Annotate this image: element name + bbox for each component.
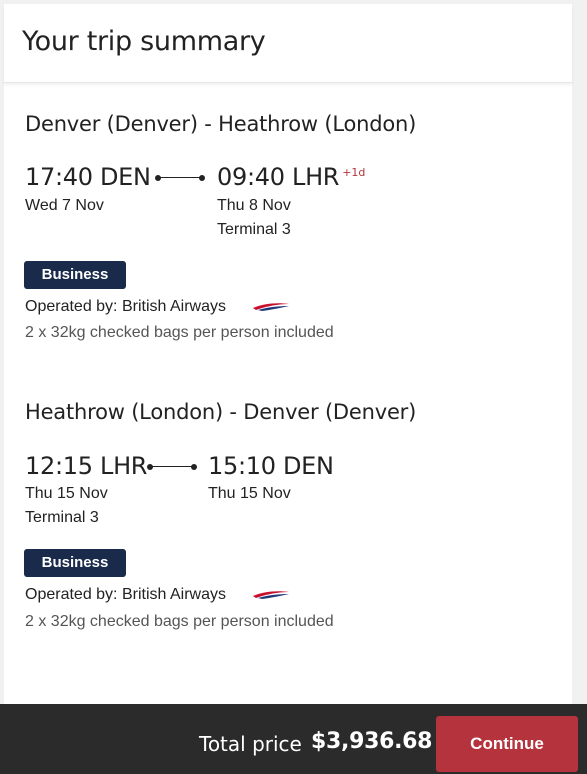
total-price-label: Total price [199, 732, 302, 756]
departure-time: 12:15 LHR [25, 452, 148, 480]
departure-date: Wed 7 Nov [25, 197, 104, 214]
flight-connector [147, 463, 197, 470]
connector-dot-icon [199, 175, 205, 181]
trip-summary-header: Your trip summary [4, 4, 572, 83]
arrival-time: 15:10 DEN [208, 452, 334, 480]
departure-time: 17:40 DEN [25, 163, 151, 191]
arrival-time-code: 09:40 LHR [217, 163, 340, 191]
connector-dot-icon [191, 464, 197, 470]
arrival-time: 09:40 LHR +1d [217, 163, 365, 191]
route-title: Denver (Denver) - Heathrow (London) [25, 112, 417, 136]
day-offset: +1d [342, 166, 366, 179]
connector-dot-icon [147, 464, 153, 470]
departure-date: Thu 15 Nov [25, 485, 108, 502]
arrival-date: Thu 8 Nov [217, 197, 291, 214]
cabin-badge: Business [24, 261, 126, 289]
arrival-terminal: Terminal 3 [217, 221, 291, 238]
arrival-time-code: 15:10 DEN [208, 452, 334, 480]
british-airways-speedmarque-icon [253, 591, 289, 599]
page-title: Your trip summary [22, 26, 266, 57]
price-footer: Total price $3,936.68 Continue [0, 704, 587, 774]
british-airways-speedmarque-icon [253, 303, 289, 311]
cabin-badge: Business [24, 549, 126, 577]
bag-allowance: 2 x 32kg checked bags per person include… [25, 613, 334, 630]
total-price-value: $3,936.68 [311, 729, 433, 754]
scrollbar[interactable] [575, 0, 587, 704]
bag-allowance: 2 x 32kg checked bags per person include… [25, 324, 334, 341]
operated-by: Operated by: British Airways [25, 586, 226, 603]
continue-button[interactable]: Continue [436, 716, 578, 772]
trip-summary-card: Your trip summary Denver (Denver) - Heat… [4, 4, 572, 714]
arrival-date: Thu 15 Nov [208, 485, 291, 502]
flight-connector [155, 174, 205, 181]
connector-dot-icon [155, 175, 161, 181]
operated-by: Operated by: British Airways [25, 298, 226, 315]
departure-terminal: Terminal 3 [25, 509, 99, 526]
route-title: Heathrow (London) - Denver (Denver) [25, 400, 417, 424]
